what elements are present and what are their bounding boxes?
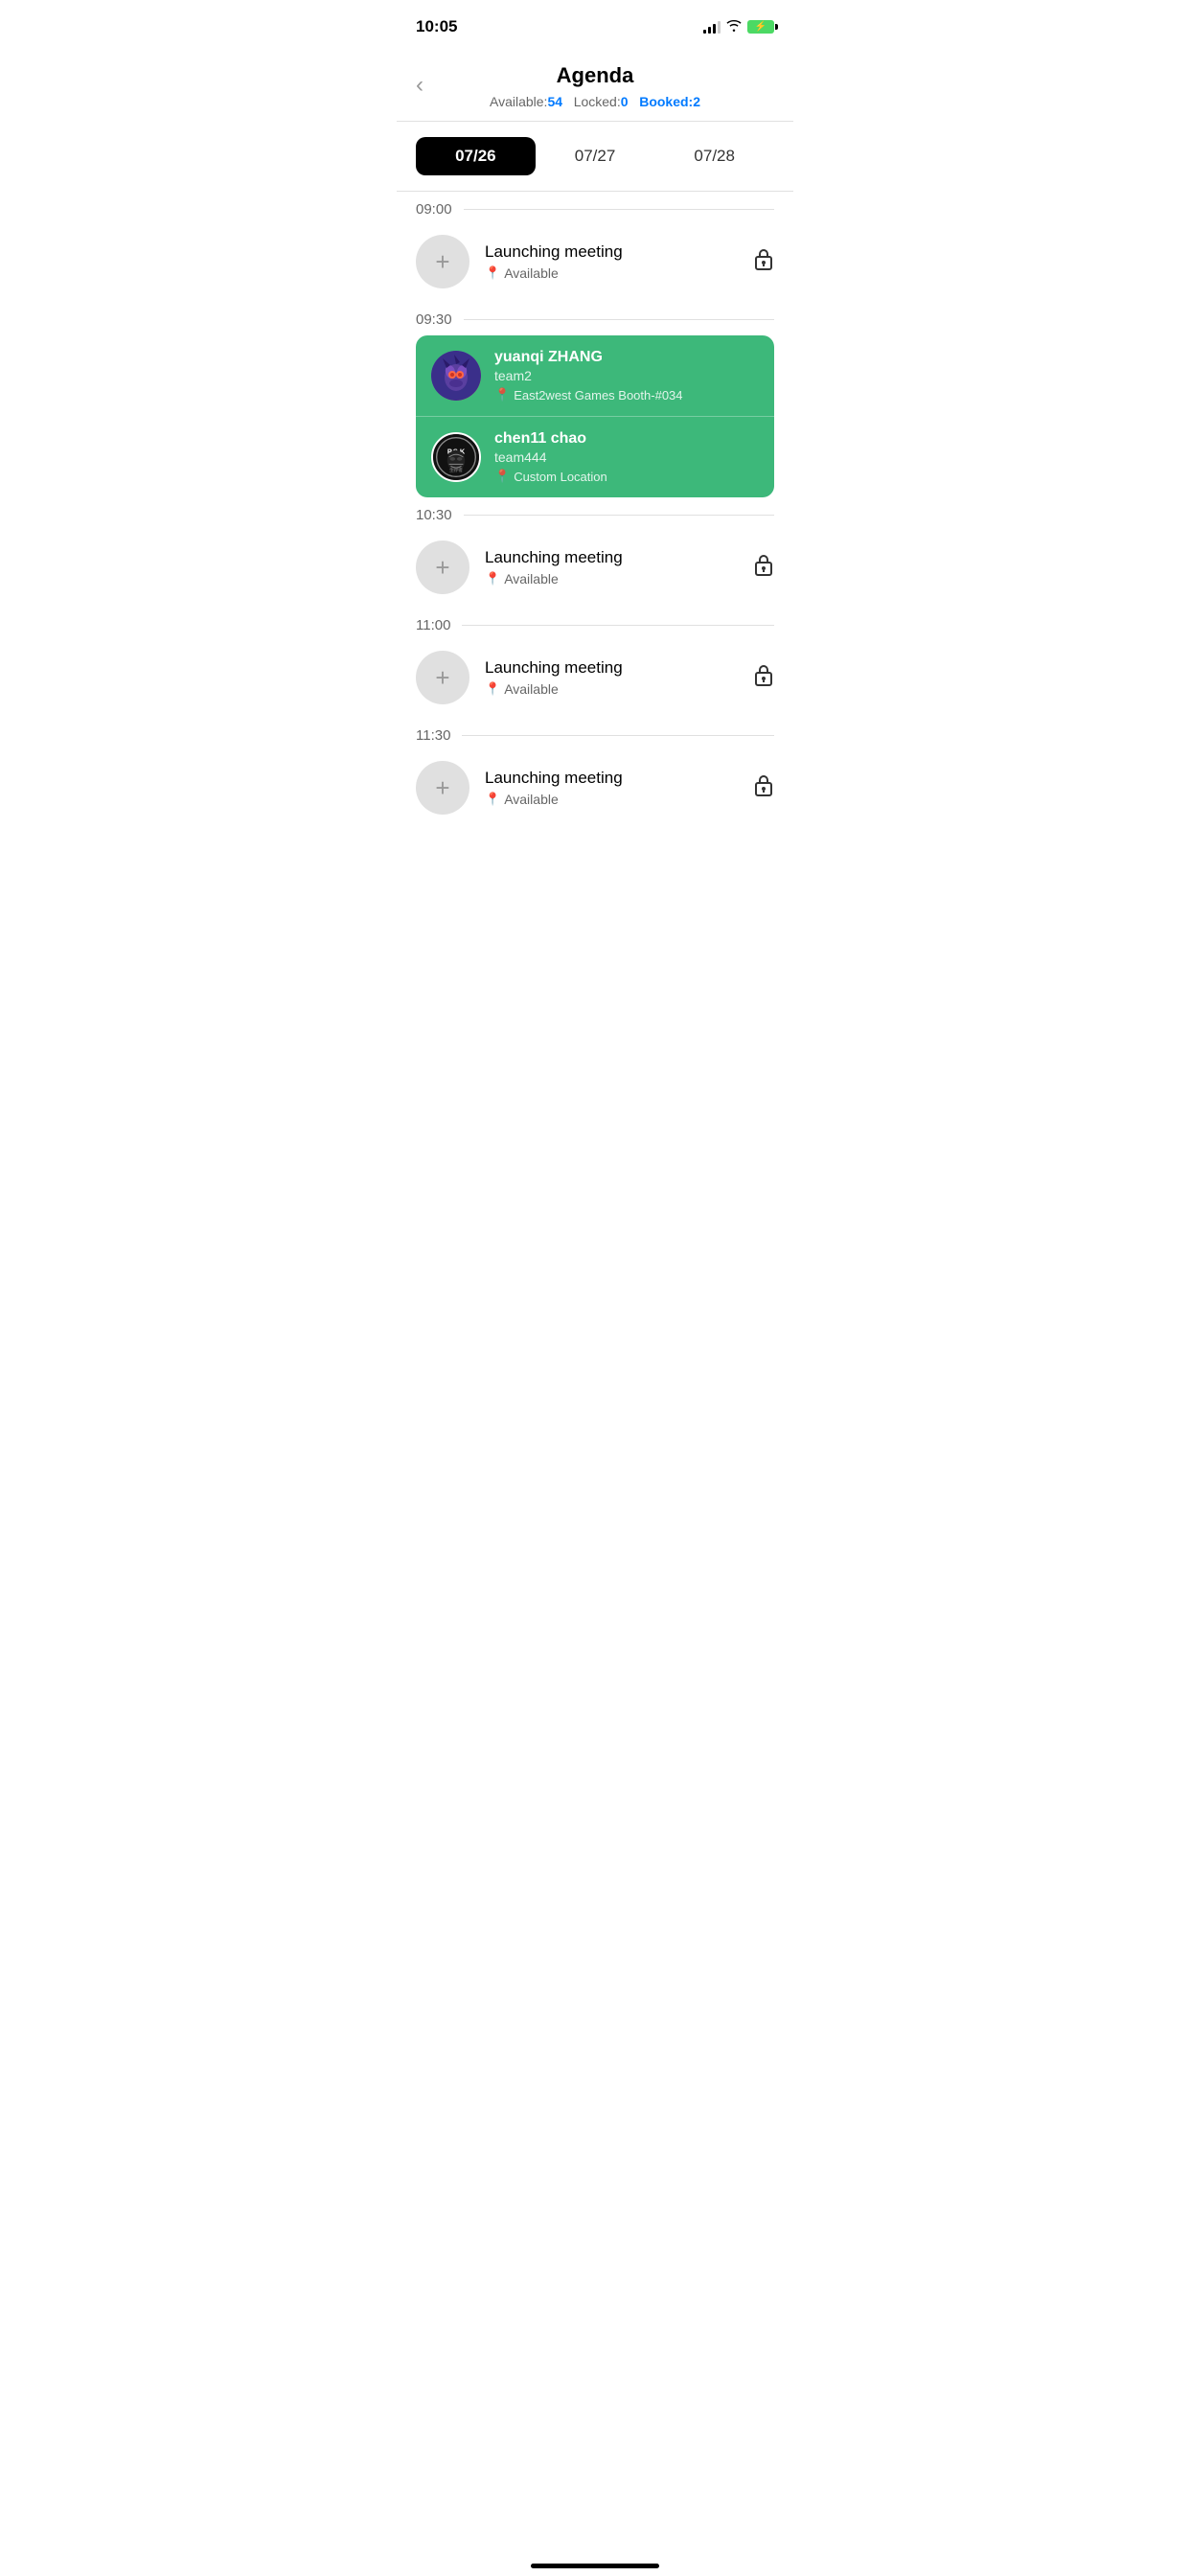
lock-icon-1100 xyxy=(753,662,774,693)
time-label-1100: 11:00 xyxy=(397,608,793,641)
booking-location-chen: 📍 Custom Location xyxy=(494,469,759,484)
available-value: 54 xyxy=(547,94,562,109)
time-label-1030: 10:30 xyxy=(397,497,793,531)
date-tab-0728[interactable]: 07/28 xyxy=(654,137,774,175)
pin-icon-1100: 📍 xyxy=(485,681,500,697)
meeting-title-1100: Launching meeting xyxy=(485,658,738,678)
time-label-0930: 09:30 xyxy=(397,302,793,335)
locked-label: Locked: xyxy=(574,94,621,109)
meeting-title-0900: Launching meeting xyxy=(485,242,738,262)
add-avatar-0900[interactable]: + xyxy=(416,235,469,288)
booking-row-chen[interactable]: P.S.K 生存者 chen11 chao team444 📍 C xyxy=(416,416,774,497)
meeting-info-0900: Launching meeting 📍 Available xyxy=(485,242,738,281)
svg-text:生存者: 生存者 xyxy=(449,467,463,473)
meeting-location-0900: 📍 Available xyxy=(485,265,738,281)
signal-icon xyxy=(703,20,721,34)
status-time: 10:05 xyxy=(416,17,457,36)
booking-team-yuanqi: team2 xyxy=(494,368,759,383)
booked-label: Booked: xyxy=(639,94,693,109)
meeting-info-1100: Launching meeting 📍 Available xyxy=(485,658,738,697)
wifi-icon xyxy=(726,19,742,35)
pin-icon-1130: 📍 xyxy=(485,792,500,807)
meeting-slot-1130[interactable]: + Launching meeting 📍 Available xyxy=(397,751,793,828)
lock-icon-1030 xyxy=(753,552,774,583)
meeting-location-1030: 📍 Available xyxy=(485,571,738,586)
lock-icon-1130 xyxy=(753,772,774,803)
date-tab-0726[interactable]: 07/26 xyxy=(416,137,536,175)
back-button[interactable]: ‹ xyxy=(416,70,423,99)
date-tabs: 07/26 07/27 07/28 xyxy=(397,122,793,191)
home-indicator xyxy=(531,2564,659,2568)
meeting-location-1100: 📍 Available xyxy=(485,681,738,697)
time-label-1130: 11:30 xyxy=(397,718,793,751)
timeline: 09:00 + Launching meeting 📍 Available 09… xyxy=(397,192,793,847)
status-bar: 10:05 ⚡ xyxy=(397,0,793,48)
booking-team-chen: team444 xyxy=(494,449,759,465)
booking-block[interactable]: yuanqi ZHANG team2 📍 East2west Games Boo… xyxy=(416,335,774,497)
booking-info-chen: chen11 chao team444 📍 Custom Location xyxy=(494,430,759,484)
battery-icon: ⚡ xyxy=(747,20,774,34)
add-avatar-1100[interactable]: + xyxy=(416,651,469,704)
booking-name-chen: chen11 chao xyxy=(494,430,759,448)
booking-row-yuanqi[interactable]: yuanqi ZHANG team2 📍 East2west Games Boo… xyxy=(416,335,774,416)
time-label-0900: 09:00 xyxy=(397,192,793,225)
booking-info-yuanqi: yuanqi ZHANG team2 📍 East2west Games Boo… xyxy=(494,349,759,402)
locked-value: 0 xyxy=(621,94,629,109)
meeting-info-1030: Launching meeting 📍 Available xyxy=(485,548,738,586)
add-avatar-1130[interactable]: + xyxy=(416,761,469,815)
meeting-title-1030: Launching meeting xyxy=(485,548,738,567)
booked-value: 2 xyxy=(693,94,700,109)
add-avatar-1030[interactable]: + xyxy=(416,540,469,594)
date-tab-0727[interactable]: 07/27 xyxy=(536,137,655,175)
pin-icon-1030: 📍 xyxy=(485,571,500,586)
meeting-slot-0900[interactable]: + Launching meeting 📍 Available xyxy=(397,225,793,302)
booking-name-yuanqi: yuanqi ZHANG xyxy=(494,349,759,366)
meeting-title-1130: Launching meeting xyxy=(485,769,738,788)
pin-icon-yuanqi: 📍 xyxy=(494,387,510,402)
avatar-chen: P.S.K 生存者 xyxy=(431,432,481,482)
status-icons: ⚡ xyxy=(703,19,774,35)
lock-icon-0900 xyxy=(753,246,774,277)
meeting-slot-1030[interactable]: + Launching meeting 📍 Available xyxy=(397,531,793,608)
meeting-info-1130: Launching meeting 📍 Available xyxy=(485,769,738,807)
meeting-slot-1100[interactable]: + Launching meeting 📍 Available xyxy=(397,641,793,718)
page-title: Agenda xyxy=(416,63,774,88)
header: ‹ Agenda Available:54 Locked:0 Booked:2 xyxy=(397,48,793,121)
avatar-yuanqi xyxy=(431,351,481,401)
pin-icon-chen: 📍 xyxy=(494,469,510,484)
meeting-location-1130: 📍 Available xyxy=(485,792,738,807)
booking-location-yuanqi: 📍 East2west Games Booth-#034 xyxy=(494,387,759,402)
pin-icon-0900: 📍 xyxy=(485,265,500,281)
available-label: Available: xyxy=(490,94,547,109)
header-stats: Available:54 Locked:0 Booked:2 xyxy=(416,94,774,109)
